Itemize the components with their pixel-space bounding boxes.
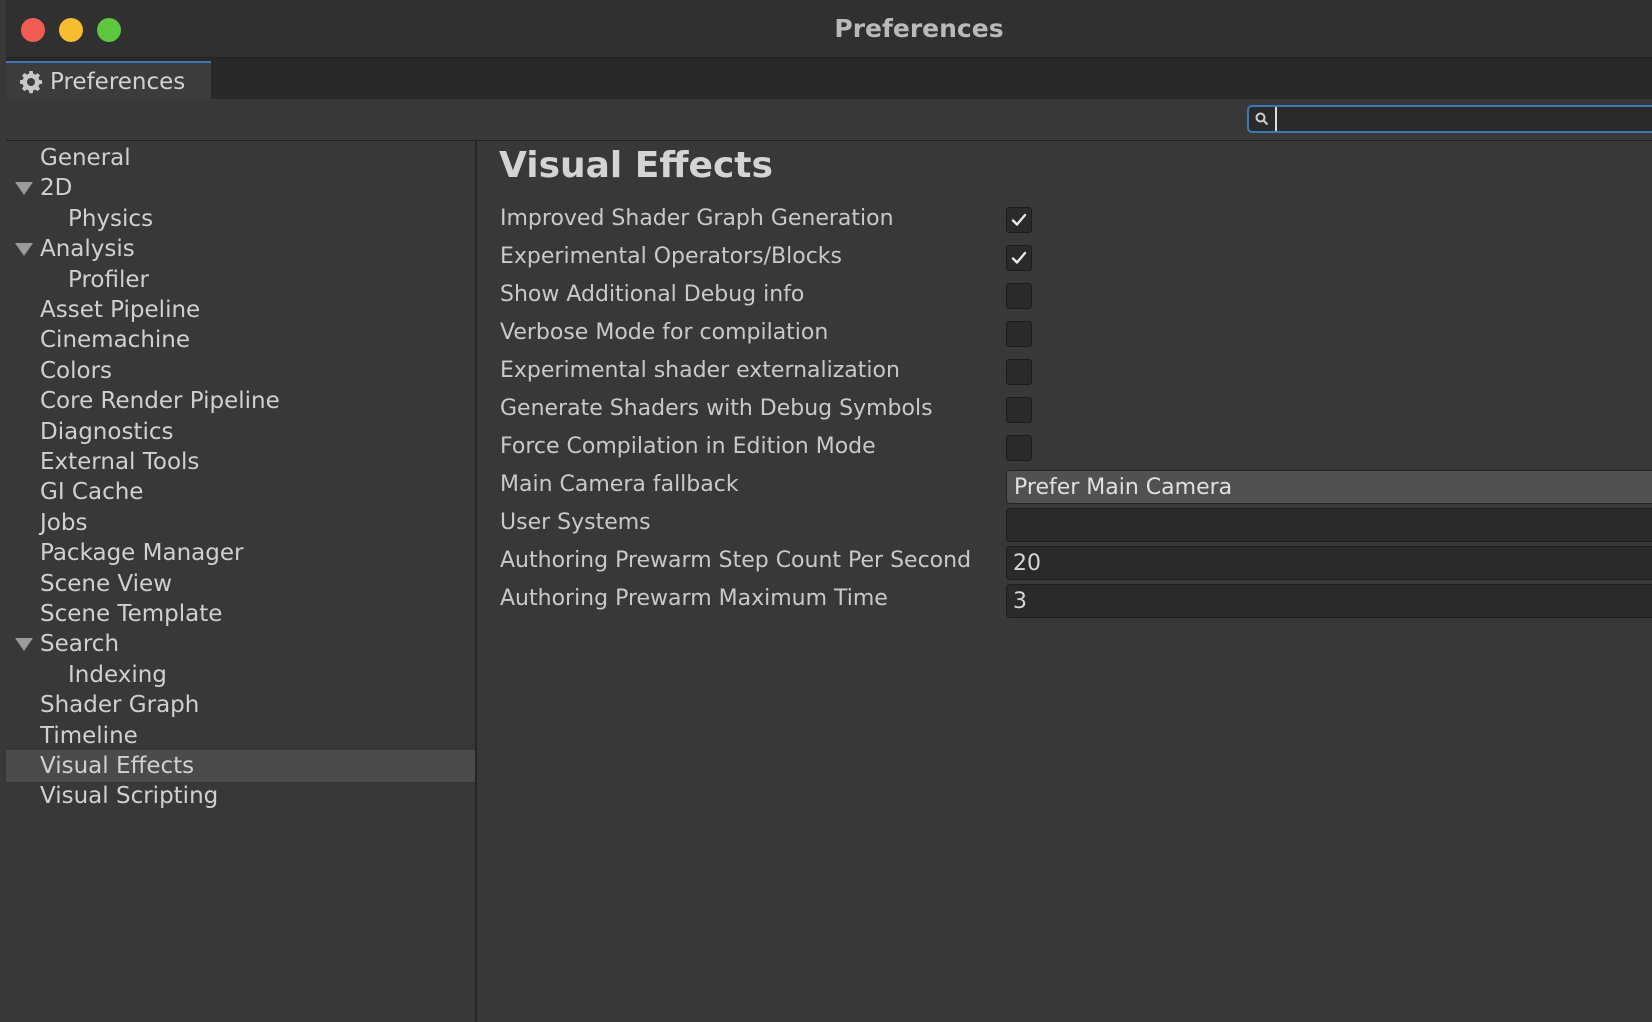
setting-row-verbose-mode-for-compilation: Verbose Mode for compilation: [477, 315, 1652, 355]
experimental-shader-externalization-checkbox[interactable]: [1006, 359, 1032, 385]
authoring-prewarm-step-count-per-second-field[interactable]: 20: [1006, 546, 1652, 580]
setting-row-generate-shaders-with-debug-symbols: Generate Shaders with Debug Symbols: [477, 391, 1652, 431]
setting-row-authoring-prewarm-maximum-time: Authoring Prewarm Maximum Time 3: [477, 581, 1652, 621]
sidebar: General 2D Physics Analysis Profiler Asset Pi…: [6, 141, 477, 1022]
experimental-operators-blocks-checkbox[interactable]: [1006, 245, 1032, 271]
sidebar-item-timeline[interactable]: Timeline: [6, 720, 475, 752]
sidebar-item-colors[interactable]: Colors: [6, 355, 475, 387]
improved-shader-graph-generation-checkbox[interactable]: [1006, 207, 1032, 233]
page-title: Visual Effects: [499, 145, 773, 186]
setting-label: Authoring Prewarm Maximum Time: [500, 586, 888, 611]
sidebar-item-label: Scene Template: [40, 601, 223, 627]
settings-panel: Visual Effects Improved Shader Graph Gen…: [477, 141, 1652, 1022]
preferences-window: Preferences Preferences General 2D Physics…: [6, 0, 1652, 1022]
sidebar-item-scene-template[interactable]: Scene Template: [6, 598, 475, 630]
tab-preferences[interactable]: Preferences: [6, 61, 211, 101]
user-systems-field[interactable]: [1006, 508, 1652, 542]
sidebar-item-package-manager[interactable]: Package Manager: [6, 537, 475, 569]
gear-icon: [18, 69, 44, 95]
setting-label: Authoring Prewarm Step Count Per Second: [500, 548, 972, 573]
sidebar-item-label: Indexing: [68, 661, 167, 688]
sidebar-item-external-tools[interactable]: External Tools: [6, 446, 475, 478]
sidebar-item-label: General: [40, 145, 131, 171]
sidebar-item-label: Shader Graph: [40, 692, 200, 719]
setting-label: Force Compilation in Edition Mode: [500, 434, 876, 459]
main-camera-fallback-dropdown[interactable]: Prefer Main Camera: [1006, 470, 1652, 504]
sidebar-item-indexing[interactable]: Indexing: [6, 659, 475, 691]
setting-label: Generate Shaders with Debug Symbols: [500, 396, 933, 421]
sidebar-item-label: Core Render Pipeline: [40, 388, 280, 415]
force-compilation-in-edition-mode-checkbox[interactable]: [1006, 435, 1032, 461]
sidebar-item-label: Cinemachine: [40, 327, 191, 354]
title-bar: Preferences: [6, 0, 1652, 58]
sidebar-item-scene-view[interactable]: Scene View: [6, 568, 475, 600]
show-additional-debug-info-checkbox[interactable]: [1006, 283, 1032, 309]
sidebar-item-search[interactable]: Search: [6, 628, 475, 660]
setting-label: Improved Shader Graph Generation: [500, 206, 894, 231]
setting-row-authoring-prewarm-step-count-per-second: Authoring Prewarm Step Count Per Second 2…: [477, 543, 1652, 583]
sidebar-item-shader-graph[interactable]: Shader Graph: [6, 689, 475, 721]
search-input[interactable]: [1275, 107, 1652, 131]
setting-row-experimental-operators-blocks: Experimental Operators/Blocks: [477, 239, 1652, 279]
setting-row-main-camera-fallback: Main Camera fallback Prefer Main Camera: [477, 467, 1652, 507]
sidebar-item-visual-scripting[interactable]: Visual Scripting: [6, 780, 475, 812]
sidebar-item-label: Profiler: [68, 266, 149, 293]
setting-row-user-systems: User Systems: [477, 505, 1652, 545]
toolbar: [6, 99, 1652, 141]
expand-triangle-icon[interactable]: [15, 243, 33, 257]
sidebar-item-label: Diagnostics: [40, 418, 174, 445]
sidebar-item-label: Asset Pipeline: [40, 297, 201, 323]
sidebar-item-jobs[interactable]: Jobs: [6, 507, 475, 539]
checkmark-icon: [1011, 213, 1027, 226]
setting-row-show-additional-debug-info: Show Additional Debug info: [477, 277, 1652, 317]
sidebar-item-label: Jobs: [40, 509, 88, 536]
sidebar-item-visual-effects[interactable]: Visual Effects: [6, 750, 475, 782]
sidebar-item-2d[interactable]: 2D: [6, 172, 475, 204]
search-box[interactable]: [1247, 105, 1652, 133]
sidebar-item-gi-cache[interactable]: GI Cache: [6, 476, 475, 508]
setting-row-experimental-shader-externalization: Experimental shader externalization: [477, 353, 1652, 393]
sidebar-item-label: Visual Scripting: [40, 783, 219, 810]
setting-label: Experimental Operators/Blocks: [500, 244, 843, 269]
sidebar-item-label: Colors: [40, 357, 113, 384]
sidebar-item-label: Scene View: [40, 570, 173, 597]
sidebar-item-label: Package Manager: [40, 540, 244, 567]
sidebar-item-profiler[interactable]: Profiler: [6, 264, 475, 296]
sidebar-item-cinemachine[interactable]: Cinemachine: [6, 324, 475, 356]
setting-label: User Systems: [500, 510, 651, 535]
tab-bar: Preferences: [6, 58, 1652, 101]
verbose-mode-for-compilation-checkbox[interactable]: [1006, 321, 1032, 347]
sidebar-item-label: Search: [40, 631, 120, 658]
sidebar-item-label: External Tools: [40, 449, 200, 475]
sidebar-item-physics[interactable]: Physics: [6, 203, 475, 235]
authoring-prewarm-maximum-time-field[interactable]: 3: [1006, 584, 1652, 618]
sidebar-item-label: Physics: [68, 205, 154, 232]
sidebar-item-diagnostics[interactable]: Diagnostics: [6, 416, 475, 448]
expand-triangle-icon[interactable]: [15, 182, 33, 196]
sidebar-item-label: 2D: [40, 175, 73, 202]
expand-triangle-icon[interactable]: [15, 638, 33, 652]
setting-row-force-compilation-in-edition-mode: Force Compilation in Edition Mode: [477, 429, 1652, 469]
setting-label: Experimental shader externalization: [500, 358, 900, 383]
sidebar-item-core-render-pipeline[interactable]: Core Render Pipeline: [6, 385, 475, 417]
generate-shaders-with-debug-symbols-checkbox[interactable]: [1006, 397, 1032, 423]
setting-label: Main Camera fallback: [500, 472, 739, 497]
checkmark-icon: [1011, 251, 1027, 264]
search-icon: [1255, 111, 1271, 127]
setting-row-improved-shader-graph-generation: Improved Shader Graph Generation: [477, 201, 1652, 241]
sidebar-item-analysis[interactable]: Analysis: [6, 233, 475, 265]
sidebar-item-label: Visual Effects: [40, 753, 195, 779]
tab-label: Preferences: [50, 69, 186, 95]
sidebar-item-asset-pipeline[interactable]: Asset Pipeline: [6, 294, 475, 326]
setting-label: Show Additional Debug info: [500, 282, 805, 307]
sidebar-item-general[interactable]: General: [6, 142, 475, 174]
sidebar-item-label: Analysis: [40, 236, 135, 263]
sidebar-item-label: GI Cache: [40, 479, 144, 506]
setting-label: Verbose Mode for compilation: [500, 320, 829, 345]
sidebar-item-label: Timeline: [40, 722, 138, 749]
window-title: Preferences: [834, 14, 1004, 43]
